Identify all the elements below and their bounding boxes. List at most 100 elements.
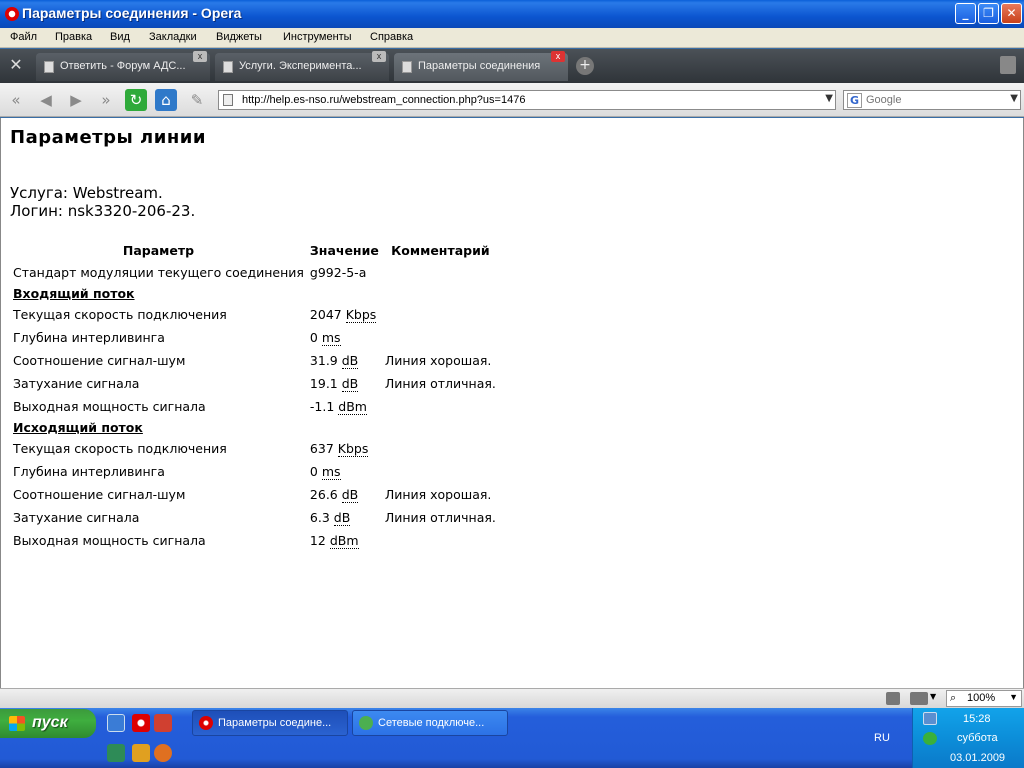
tab-label: Параметры соединения <box>418 60 541 72</box>
login-line: Логин: nsk3320-206-23. <box>10 202 196 220</box>
column-header: Комментарий <box>391 242 490 258</box>
chevron-down-icon[interactable]: ▼ <box>1009 692 1018 702</box>
param-name: Соотношение сигнал-шум <box>13 353 186 368</box>
new-tab-button[interactable]: + <box>576 57 594 75</box>
menu-help[interactable]: Справка <box>370 31 413 43</box>
clock-date: 03.01.2009 <box>950 752 1006 764</box>
task-network[interactable]: Сетевые подключе... <box>352 710 508 736</box>
page-icon <box>223 61 233 73</box>
page-title: Параметры линии <box>10 127 206 148</box>
network-status-icon[interactable] <box>923 712 937 725</box>
edit-pen-icon[interactable]: ✎ <box>186 89 208 111</box>
tools-icon[interactable]: ✕ <box>4 55 28 77</box>
tab-connection-params[interactable]: Параметры соединения x <box>394 51 568 81</box>
address-field[interactable]: http://help.es-nso.ru/webstream_connecti… <box>218 90 836 110</box>
param-name: Выходная мощность сигнала <box>13 533 206 548</box>
url-text[interactable]: http://help.es-nso.ru/webstream_connecti… <box>242 94 525 106</box>
chevron-down-icon[interactable]: ▼ <box>825 93 833 104</box>
tab-close-icon[interactable]: x <box>193 51 207 62</box>
table-row: Глубина интерливинга 0 ms <box>10 460 499 483</box>
param-comment: Линия отличная. <box>384 510 496 525</box>
column-header: Параметр <box>122 242 195 258</box>
language-indicator[interactable]: RU <box>874 732 890 744</box>
opera-icon[interactable] <box>132 714 150 732</box>
menu-file[interactable]: Файл <box>10 31 37 43</box>
table-row: Затухание сигнала 6.3 dB Линия отличная. <box>10 506 499 529</box>
tab-bar: ✕ Ответить - Форум АДС... x Услуги. Эксп… <box>0 49 1024 83</box>
param-comment <box>382 460 499 483</box>
unit: dBm <box>329 533 359 549</box>
param-value: 19.1 dB <box>309 376 359 392</box>
minimize-button[interactable]: _ <box>955 3 976 24</box>
close-window-button[interactable]: ✕ <box>1001 3 1022 24</box>
param-name: Глубина интерливинга <box>13 464 165 479</box>
app-icon[interactable] <box>154 714 172 732</box>
section-row: Исходящий поток <box>10 418 499 437</box>
menu-edit[interactable]: Правка <box>55 31 92 43</box>
param-name: Затухание сигнала <box>13 510 140 525</box>
menu-widgets[interactable]: Виджеты <box>216 31 262 43</box>
task-opera[interactable]: Параметры соедине... <box>192 710 348 736</box>
tab-label: Ответить - Форум АДС... <box>60 60 186 72</box>
magnifier-icon: ⌕ <box>950 692 957 704</box>
table-row: Затухание сигнала 19.1 dB Линия отличная… <box>10 372 499 395</box>
start-button[interactable]: пуск <box>0 709 96 738</box>
param-value: 2047 Kbps <box>309 307 377 323</box>
zoom-select[interactable]: ⌕ 100% ▼ <box>946 690 1022 707</box>
trash-icon[interactable] <box>1000 56 1016 74</box>
unit: Kbps <box>345 307 377 323</box>
forward-icon[interactable]: ▶ <box>65 89 87 111</box>
param-comment <box>382 326 499 349</box>
chevron-down-icon[interactable]: ▼ <box>930 692 936 701</box>
camera-icon[interactable] <box>910 692 928 705</box>
unit: ms <box>321 464 341 480</box>
param-value: 26.6 dB <box>309 487 359 503</box>
section-row: Входящий поток <box>10 284 499 303</box>
back-icon[interactable]: ◀ <box>35 89 57 111</box>
clock-day: суббота <box>957 732 998 744</box>
search-box[interactable]: G ▼ <box>843 90 1021 110</box>
menu-view[interactable]: Вид <box>110 31 130 43</box>
google-icon[interactable]: G <box>847 93 862 108</box>
ie-icon[interactable] <box>107 714 125 732</box>
search-input[interactable] <box>866 93 1006 107</box>
param-value: 0 ms <box>309 464 341 480</box>
home-icon[interactable]: ⌂ <box>155 89 177 111</box>
param-name: Выходная мощность сигнала <box>13 399 206 414</box>
taskbar: пуск Параметры соедине... Сетевые подклю… <box>0 708 1024 768</box>
tab-services[interactable]: Услуги. Эксперимента... x <box>215 51 389 81</box>
page-icon <box>402 61 412 73</box>
rewind-icon[interactable]: « <box>5 89 27 111</box>
fast-forward-icon[interactable]: » <box>95 89 117 111</box>
reload-icon[interactable]: ↻ <box>125 89 147 111</box>
param-value: 0 ms <box>309 330 341 346</box>
maximize-button[interactable]: ❐ <box>978 3 999 24</box>
param-comment <box>382 395 499 418</box>
param-comment <box>382 437 499 460</box>
avast-icon[interactable] <box>154 744 172 762</box>
tab-close-icon[interactable]: x <box>372 51 386 62</box>
excel-icon[interactable] <box>107 744 125 762</box>
window-titlebar[interactable]: Параметры соединения - Opera _ ❐ ✕ <box>0 0 1024 28</box>
chevron-down-icon[interactable]: ▼ <box>1010 93 1018 104</box>
param-name: Текущая скорость подключения <box>13 307 227 322</box>
icq-icon[interactable] <box>923 732 937 745</box>
account-info: Услуга: Webstream. Логин: nsk3320-206-23… <box>10 184 195 220</box>
winamp-icon[interactable] <box>132 744 150 762</box>
param-value: 6.3 dB <box>309 510 351 526</box>
tab-forum[interactable]: Ответить - Форум АДС... x <box>36 51 210 81</box>
status-bar: ▼ ⌕ 100% ▼ <box>0 688 1024 708</box>
param-value: 31.9 dB <box>309 353 359 369</box>
tab-close-icon[interactable]: x <box>551 51 565 62</box>
menu-bookmarks[interactable]: Закладки <box>149 31 197 43</box>
task-label: Сетевые подключе... <box>378 717 485 729</box>
param-name: Затухание сигнала <box>13 376 140 391</box>
menu-bar: Файл Правка Вид Закладки Виджеты Инструм… <box>0 28 1024 48</box>
param-value: g992-5-a <box>309 265 367 280</box>
line-params-table: Параметр Значение Комментарий Стандарт м… <box>10 239 499 552</box>
clock-time[interactable]: 15:28 <box>963 713 991 725</box>
zoom-level: 100% <box>967 692 996 704</box>
menu-tools[interactable]: Инструменты <box>283 31 352 43</box>
table-row: Стандарт модуляции текущего соединения g… <box>10 261 499 284</box>
turbo-icon[interactable] <box>886 692 900 705</box>
